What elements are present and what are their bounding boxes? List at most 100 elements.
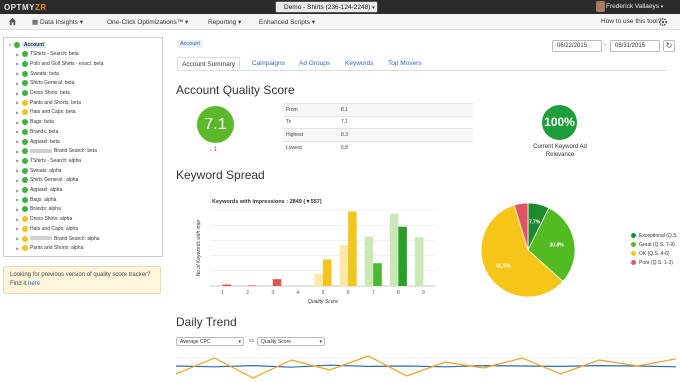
tree-item[interactable]: ▶ Pants and Shorts: beta [4, 98, 162, 107]
tree-item-text: Brands: beta [30, 128, 59, 135]
date-to-input[interactable]: 08/31/2015 [610, 40, 660, 52]
caret-right-icon[interactable]: ▶ [16, 188, 19, 193]
tree-item[interactable]: ▶ Hats and Caps: beta [4, 108, 162, 117]
tree-item[interactable]: ▶ Sweats: beta [4, 69, 162, 78]
caret-right-icon[interactable]: ▶ [16, 236, 19, 241]
nav-one-click-optimizations[interactable]: One-Click Optimizations™ ▾ [107, 18, 188, 26]
caret-right-icon[interactable]: ▶ [16, 61, 19, 66]
tree-item[interactable]: ▶ Shirts General: beta [4, 79, 162, 88]
tree-item[interactable]: ▶ Brands: alpha [4, 205, 162, 214]
caret-right-icon[interactable]: ▶ [16, 100, 19, 105]
tab-ad-groups[interactable]: Ad Groups [299, 57, 330, 70]
stat-value: 8.3 [338, 128, 473, 141]
tree-item[interactable]: ▶ Bags: beta [4, 118, 162, 127]
caret-right-icon[interactable]: ▶ [16, 110, 19, 115]
x-tick-label: 1 [221, 290, 224, 296]
status-dot-icon [22, 216, 28, 223]
tree-item[interactable]: ▶ Dress Shirts: alpha [4, 215, 162, 224]
bar-previous [364, 236, 374, 286]
nav-reporting[interactable]: Reporting ▾ [208, 18, 241, 26]
tree-item-label: Dress Shirts: alpha [30, 216, 72, 222]
tree-item[interactable]: ▶ Brands: beta [4, 127, 162, 136]
tree-item[interactable]: ▶ Pants and Shorts: alpha [4, 244, 162, 253]
nav-label: One-Click Optimizations™ [107, 19, 184, 26]
tree-item[interactable]: ▶ Apparel: beta [4, 137, 162, 146]
caret-right-icon[interactable]: ▶ [16, 52, 19, 57]
caret-right-icon[interactable]: ▶ [16, 197, 19, 202]
date-from-input[interactable]: 06/22/2015 [552, 40, 602, 52]
nav-data-insights[interactable]: ▦ Data Insights ▾ [32, 18, 83, 26]
stat-label: To [283, 115, 338, 129]
caret-down-icon[interactable]: ▼ [8, 42, 12, 47]
caret-right-icon[interactable]: ▶ [16, 226, 19, 231]
tree-item[interactable]: ▶ Brand Search: alpha [4, 234, 162, 243]
tree-item-label: Account [22, 41, 46, 48]
tree-item[interactable]: ▶ TShirts - Search: beta [4, 50, 162, 59]
caret-right-icon[interactable]: ▶ [16, 178, 19, 183]
tree-item-label: Pants and Shorts: beta [30, 100, 81, 106]
breadcrumb[interactable]: Account [177, 40, 203, 48]
tree-item-label: Sweats: beta [30, 71, 59, 77]
tree-item[interactable]: ▶ Hats and Caps: alpha [4, 224, 162, 233]
logo[interactable]: OPTMYZR [4, 3, 47, 12]
tree-item[interactable]: ▶ Polo and Golf Shirts - exact: beta [4, 59, 162, 68]
tree-item[interactable]: ▶ Bags: alpha [4, 195, 162, 204]
tab-top-movers[interactable]: Top Movers [388, 57, 422, 70]
caret-right-icon[interactable]: ▶ [16, 217, 19, 222]
date-separator: - [604, 42, 606, 48]
tree-item[interactable]: ▶ Dress Shirts: beta [4, 89, 162, 98]
refresh-button[interactable]: ↻ [663, 40, 675, 52]
user-menu[interactable]: Frederick Vallaeys ▾ [606, 3, 663, 10]
home-icon[interactable] [8, 17, 17, 26]
caret-right-icon[interactable]: ▶ [16, 207, 19, 212]
account-selector[interactable]: Demo - Shirts (236-124-2248) ▾ [275, 1, 378, 13]
caret-right-icon[interactable]: ▶ [16, 246, 19, 251]
tree-item-label: Hats and Caps: beta [30, 109, 76, 115]
caret-right-icon[interactable]: ▶ [16, 91, 19, 96]
status-dot-icon [22, 128, 28, 135]
tree-item-text: Brand Search: alpha [54, 235, 100, 242]
help-link[interactable]: How to use this tool? [601, 18, 661, 25]
tab-account-summary[interactable]: Account Summary [177, 57, 241, 70]
status-dot-icon [22, 99, 28, 106]
daily-trend-title: Daily Trend [176, 315, 237, 329]
logo-accent: ZR [34, 3, 47, 12]
legend-label: Exceptional (Q.S. 10) [639, 233, 680, 239]
tree-item[interactable]: ▶ Brand Search: beta [4, 147, 162, 156]
tree-item-label: Brands: alpha [30, 206, 61, 212]
caret-right-icon[interactable]: ▶ [16, 149, 19, 154]
tree-item[interactable]: ▼ Account [4, 40, 162, 49]
caret-right-icon[interactable]: ▶ [16, 81, 19, 86]
nav-enhanced-scripts[interactable]: Enhanced Scripts ▾ [259, 18, 315, 26]
caret-right-icon[interactable]: ▶ [16, 71, 19, 76]
caret-right-icon[interactable]: ▶ [16, 139, 19, 144]
tree-item[interactable]: ▶ Sweats: alpha [4, 166, 162, 175]
gear-icon[interactable] [658, 17, 668, 27]
help-label: How to use this tool? [601, 18, 662, 25]
tree-item-label: Polo and Golf Shirts - exact: beta [30, 61, 103, 67]
tree-item[interactable]: ▶ Apparel: alpha [4, 186, 162, 195]
status-dot-icon [22, 177, 28, 184]
nav-bar: ▦ Data Insights ▾ One-Click Optimization… [0, 14, 680, 30]
x-tick-label: 8 [397, 290, 400, 296]
refresh-icon: ↻ [665, 41, 673, 50]
tab-keywords[interactable]: Keywords [345, 57, 374, 70]
bar-previous [314, 273, 323, 286]
tree-item-label: TShirts - Search: alpha [30, 158, 81, 164]
tree-item[interactable]: ▶ Shirts General : alpha [4, 176, 162, 185]
tree-item-text: Polo and Golf Shirts - exact: beta [30, 60, 104, 67]
caret-right-icon[interactable]: ▶ [16, 168, 19, 173]
account-tree: ▼ Account ▶ TShirts - Search: beta ▶ Polo and… [3, 37, 163, 257]
tree-item[interactable]: ▶ TShirts - Search: alpha [4, 156, 162, 165]
caret-right-icon[interactable]: ▶ [16, 120, 19, 125]
metric-a-select[interactable]: Average CPC ▾ [176, 337, 244, 346]
status-dot-icon [22, 148, 28, 155]
caret-right-icon[interactable]: ▶ [16, 158, 19, 163]
avatar[interactable] [596, 1, 605, 12]
bar-previous [389, 213, 399, 286]
metric-b-select[interactable]: Quality Score ▾ [257, 337, 325, 346]
caret-right-icon[interactable]: ▶ [16, 129, 19, 134]
notice-link[interactable]: here [28, 281, 40, 287]
tab-campaigns[interactable]: Campaigns [252, 57, 285, 70]
tree-item-text: Apparel: alpha [30, 187, 63, 193]
